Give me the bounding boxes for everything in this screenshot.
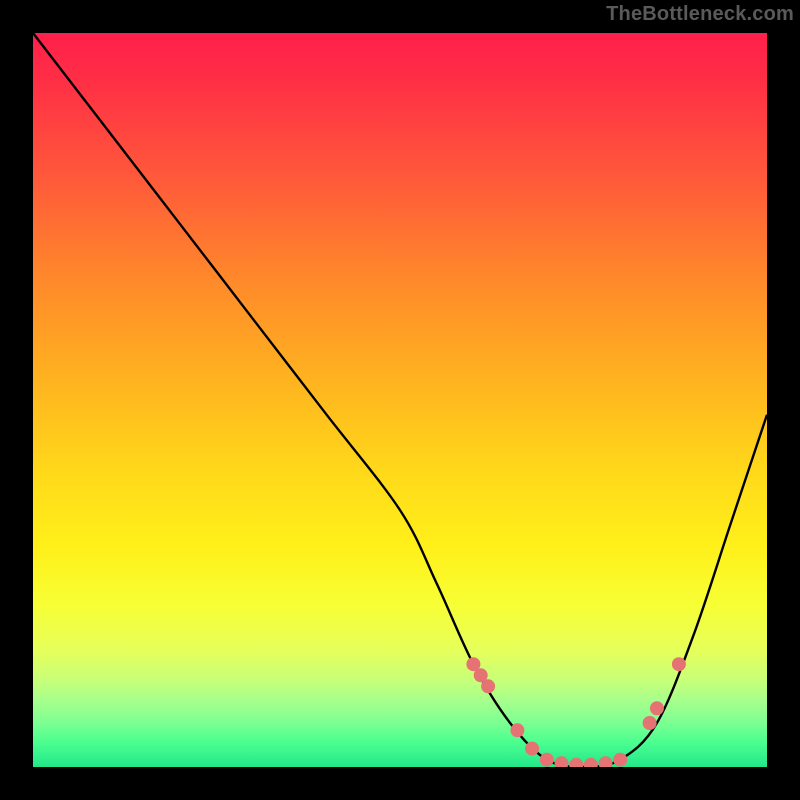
highlight-point — [555, 756, 569, 767]
highlight-point — [525, 742, 539, 756]
highlight-point — [599, 756, 613, 767]
bottleneck-curve-path — [33, 33, 767, 767]
chart-frame: TheBottleneck.com — [0, 0, 800, 800]
highlight-point — [569, 758, 583, 767]
highlight-points-group — [466, 657, 686, 767]
highlight-point — [540, 753, 554, 767]
highlight-point — [650, 701, 664, 715]
highlight-point — [481, 679, 495, 693]
highlight-point — [672, 657, 686, 671]
highlight-point — [584, 758, 598, 767]
highlight-point — [510, 723, 524, 737]
watermark-text: TheBottleneck.com — [606, 3, 794, 26]
chart-svg — [33, 33, 767, 767]
highlight-point — [613, 753, 627, 767]
highlight-point — [643, 716, 657, 730]
